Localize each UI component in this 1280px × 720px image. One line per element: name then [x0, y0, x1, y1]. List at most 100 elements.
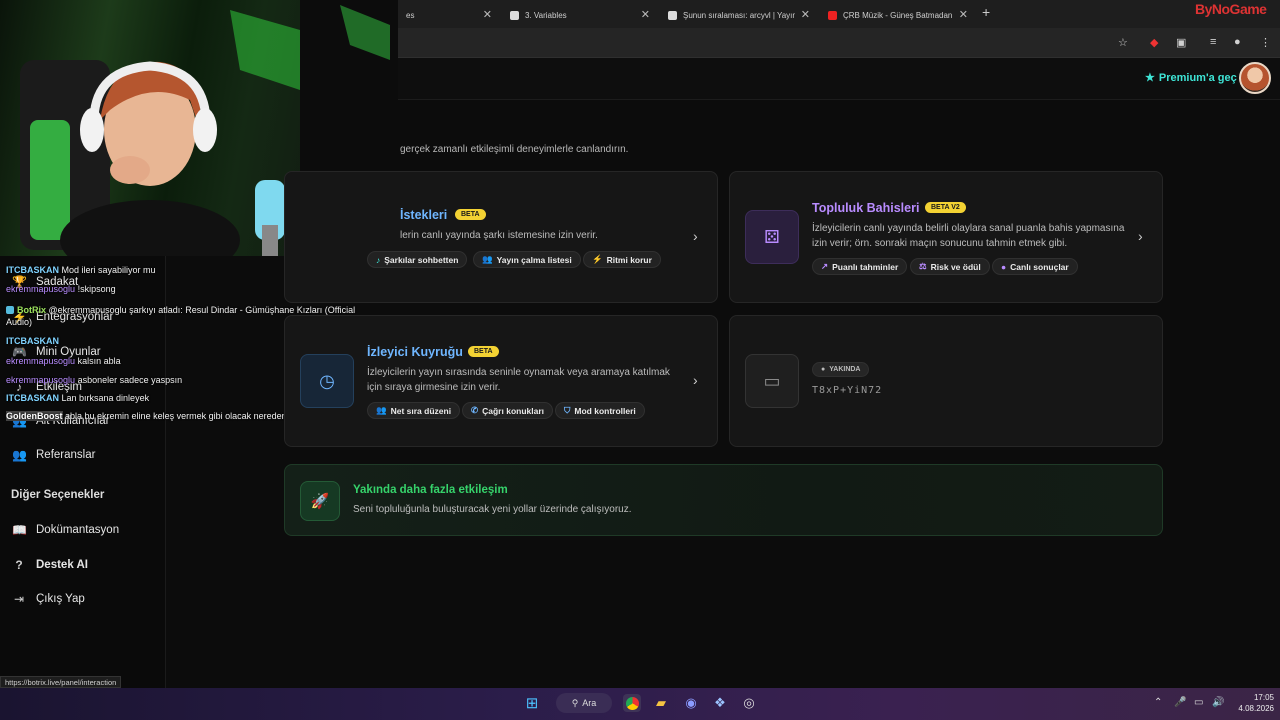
chat-text: asboneler sadece yaspsın	[77, 375, 183, 385]
users-icon: 👥	[376, 405, 387, 415]
page-subtitle: gerçek zamanlı etkileşimli deneyimlerle …	[400, 144, 629, 155]
tab-label: Şunun sıralaması: arcyvl | Yayını	[683, 10, 795, 20]
music-icon: ♪	[376, 254, 381, 265]
feature-chip: ✆ Çağrı konukları	[462, 402, 554, 419]
clock-time: 17:05	[1253, 693, 1274, 702]
volume-icon[interactable]: 🔊	[1212, 697, 1224, 708]
chat-username: ekremmapusoglu	[6, 356, 76, 366]
close-icon[interactable]: ✕	[641, 8, 650, 21]
beta-badge: BETA	[455, 209, 486, 220]
sidebar-item-label: Destek AI	[36, 559, 88, 571]
more-icon[interactable]: ⋮	[1260, 36, 1271, 49]
windows-start-icon[interactable]: ⊞	[523, 694, 541, 712]
feature-chip: ⛉ Mod kontrolleri	[555, 402, 645, 419]
sidebar-item-referanslar[interactable]: 👥 Referanslar	[12, 448, 95, 462]
coins-icon: ●	[1001, 261, 1007, 272]
taskbar-search[interactable]: ⚲ Ara	[556, 693, 612, 713]
browser-tab[interactable]: ÇRB Müzik - Güneş Batmadan ✕	[820, 4, 976, 26]
search-label: Ara	[582, 698, 597, 708]
question-icon: ?	[15, 558, 23, 572]
avatar[interactable]	[1239, 62, 1271, 94]
sidebar-item-cikis-yap[interactable]: ⇥ Çıkış Yap	[12, 592, 85, 606]
brand-watermark: ByNoGame	[1195, 1, 1267, 17]
browser-tab[interactable]: Şunun sıralaması: arcyvl | Yayını ✕	[660, 4, 818, 26]
chat-username: BotRix	[17, 305, 46, 315]
phone-icon: ✆	[471, 405, 479, 415]
mic-icon[interactable]: 🎤	[1174, 697, 1186, 708]
chat-username: ekremmapusoglu	[6, 284, 76, 294]
sidebar-item-label: Referanslar	[36, 449, 96, 461]
feature-chip: ⚖ Risk ve ödül	[910, 258, 990, 275]
chat-text: kalsın abla	[77, 356, 121, 366]
clock[interactable]: 17:05 4.08.2026	[1230, 692, 1274, 714]
rocket-icon: 🚀	[300, 481, 340, 521]
card-title: İstekleri	[400, 208, 448, 222]
beta-badge: BETA	[468, 346, 499, 357]
chevron-right-icon[interactable]: ›	[693, 228, 698, 244]
scrambled-code: T8xP+YiN72	[812, 385, 883, 396]
network-icon[interactable]: ▭	[1194, 697, 1203, 708]
feature-chip: 👥 Yayın çalma listesi	[473, 251, 581, 268]
card-description: lerin canlı yayında şarkı istemesine izi…	[400, 230, 598, 241]
browser-tab[interactable]: 3. Variables ✕	[502, 4, 658, 26]
discord-icon[interactable]: ◉	[682, 694, 700, 712]
chat-text: Lan bırksana dinleyek	[61, 393, 150, 403]
dice-icon: ⚄	[745, 210, 799, 264]
sidebar-item-dokumantasyon[interactable]: 📖 Dokümantasyon	[12, 523, 119, 537]
sidebar-item-destek-ai[interactable]: ? Destek AI	[12, 558, 88, 572]
new-tab-button[interactable]: +	[982, 4, 990, 20]
menu-list-icon[interactable]: ≡	[1210, 36, 1216, 48]
chat-text: Mod ileri sayabiliyor mu	[61, 265, 156, 275]
obs-icon[interactable]: ◎	[740, 694, 758, 712]
feature-chip: ⚡ Ritmi korur	[583, 251, 661, 268]
star-icon[interactable]: ☆	[1118, 36, 1128, 49]
beta-badge: BETA V2	[925, 202, 966, 213]
close-icon[interactable]: ✕	[801, 8, 810, 21]
feature-chip: ● Canlı sonuçlar	[992, 258, 1078, 275]
coming-soon-banner	[284, 464, 1163, 536]
chat-username: ITCBASKAN	[6, 265, 59, 275]
logout-icon: ⇥	[13, 592, 25, 606]
card-title: İzleyici Kuyruğu	[367, 345, 463, 359]
sidebar-item-label: Dokümantasyon	[36, 524, 120, 536]
chat-message: ekremmapusoglu !skipsong	[6, 284, 116, 294]
search-icon: ⚲	[571, 697, 579, 708]
chip-label: Şarkılar sohbetten	[384, 254, 459, 265]
chevron-right-icon[interactable]: ›	[693, 372, 698, 388]
chevron-right-icon[interactable]: ›	[1138, 228, 1143, 244]
ticket-icon: ▭	[745, 354, 799, 408]
youtube-icon	[828, 10, 837, 20]
browser-tab[interactable]: es ✕	[398, 4, 500, 26]
star-icon: ★	[1145, 72, 1155, 84]
premium-button[interactable]: ★ Premium'a geç	[1145, 71, 1237, 85]
feature-chip: ↗ Puanlı tahminler	[812, 258, 908, 275]
puzzle-icon[interactable]: ▣	[1176, 36, 1186, 49]
chat-username: ITCBASKAN	[6, 336, 59, 346]
chip-label: Net sıra düzeni	[390, 405, 452, 416]
chevron-up-icon[interactable]: ⌃	[1154, 697, 1162, 708]
shield-icon: ⛉	[564, 405, 571, 415]
chat-message: ITCBASKAN	[6, 336, 59, 346]
profile-icon[interactable]: ●	[1234, 36, 1241, 48]
banner-title: Yakında daha fazla etkileşim	[353, 484, 508, 496]
close-icon[interactable]: ✕	[959, 8, 968, 21]
bolt-icon: ⚡	[592, 254, 603, 264]
card-title: Topluluk Bahisleri	[812, 201, 920, 215]
status-url: https://botrix.live/panel/interaction	[0, 676, 122, 688]
chat-message: ITCBASKAN Lan bırksana dinleyek	[6, 393, 149, 403]
chat-message: ekremmapusoglu kalsın abla	[6, 356, 121, 366]
app-icon[interactable]: ❖	[711, 694, 729, 712]
chrome-icon[interactable]	[623, 694, 641, 712]
extension-icon[interactable]: ◆	[1150, 36, 1158, 49]
premium-label: Premium'a geç	[1158, 71, 1237, 84]
chip-label: Çağrı konukları	[482, 405, 545, 416]
card-description: İzleyicilerin canlı yayında belirli olay…	[812, 223, 1125, 249]
chat-message: ekremmapusoglu asboneler sadece yaspsın	[6, 375, 182, 385]
close-icon[interactable]: ✕	[483, 8, 492, 21]
clock-icon: ◷	[300, 354, 354, 408]
chat-message: ITCBASKAN Mod ileri sayabiliyor mu	[6, 265, 156, 275]
folder-icon[interactable]: ▰	[652, 694, 670, 712]
chip-label: Yayın çalma listesi	[496, 254, 572, 265]
card-description: İzleyicilerin yayın sırasında seninle oy…	[367, 367, 670, 393]
scale-icon: ⚖	[919, 261, 927, 271]
